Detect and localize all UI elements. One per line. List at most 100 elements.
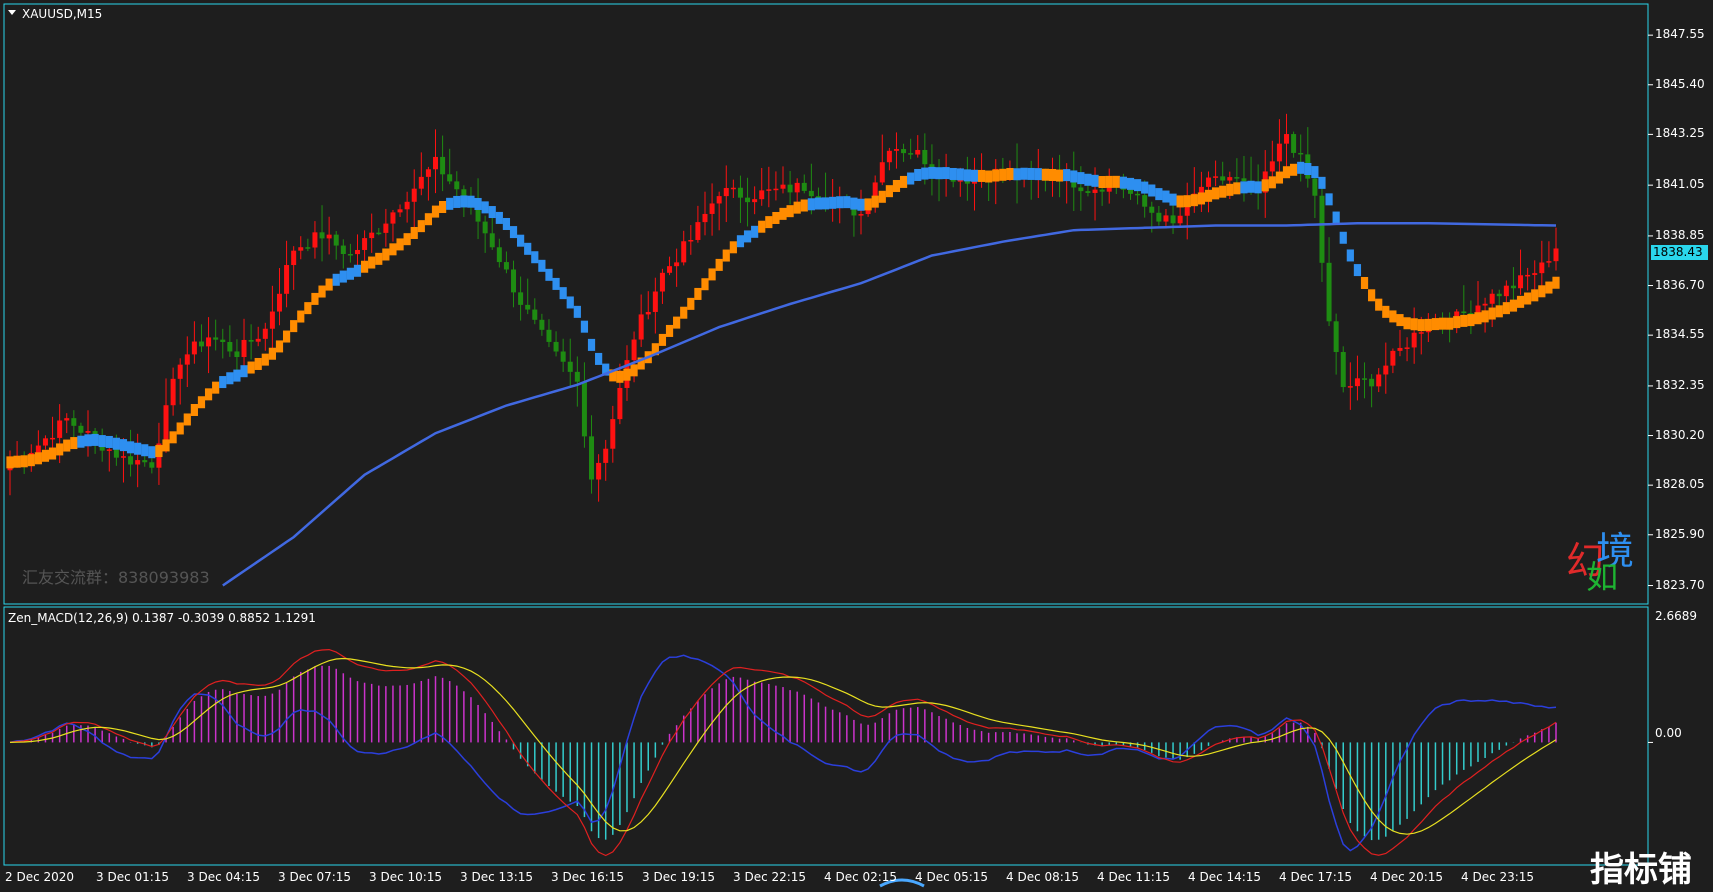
trend-band-step: [970, 169, 979, 182]
time-tick-label: 4 Dec 23:15: [1461, 870, 1535, 884]
candle-body: [291, 250, 297, 266]
candle-body: [354, 249, 360, 255]
candle-body: [340, 245, 346, 255]
trend-band-step: [424, 213, 433, 226]
candle-body: [773, 188, 779, 191]
candle-body: [128, 456, 134, 465]
candle-body: [1539, 262, 1545, 274]
trend-band-step: [502, 217, 511, 230]
trend-band-step: [282, 330, 291, 343]
candle-body: [716, 196, 722, 204]
candle-body: [674, 262, 680, 267]
trend-band-step: [722, 249, 730, 262]
trend-band-step: [977, 169, 986, 182]
chart-canvas[interactable]: [0, 0, 1713, 888]
time-tick-label: 3 Dec 07:15: [278, 870, 352, 884]
trend-band-step: [765, 216, 773, 229]
trend-band-step: [1141, 181, 1149, 194]
candle-body: [1489, 293, 1495, 304]
trend-band-step: [20, 455, 28, 468]
candle-body: [752, 199, 758, 203]
trend-band-step: [1353, 264, 1362, 277]
trend-band-step: [1190, 194, 1198, 207]
trend-band-step: [1204, 189, 1213, 202]
trend-band-step: [240, 365, 248, 378]
candle-body: [1127, 189, 1133, 194]
trend-band-step: [963, 169, 971, 182]
trend-band-step: [247, 361, 255, 374]
candle-body: [1510, 285, 1516, 289]
candle-body: [759, 190, 765, 200]
trend-band-step: [786, 205, 794, 218]
trend-band-step: [1368, 289, 1376, 302]
candle-body: [213, 337, 219, 340]
candle-body: [1213, 176, 1219, 178]
candle-body: [369, 232, 375, 239]
trend-band-step: [1176, 195, 1184, 208]
time-tick-label: 3 Dec 16:15: [551, 870, 625, 884]
trend-band-step: [41, 449, 50, 462]
watermark-text: 汇友交流群：838093983: [22, 568, 210, 587]
moving-average-layer: [222, 221, 1557, 587]
trend-band-step: [1417, 319, 1425, 332]
candle-body: [766, 189, 772, 191]
price-tick-label: 1825.90: [1655, 526, 1705, 541]
trend-band-step: [325, 278, 333, 291]
candle-body: [1206, 177, 1212, 187]
candle-body: [1085, 191, 1091, 193]
candle-body: [631, 339, 637, 361]
trend-band-step: [1332, 211, 1340, 224]
price-tick-label: 1841.05: [1655, 177, 1705, 192]
trend-band-step: [1034, 168, 1042, 181]
trend-band-step: [467, 195, 475, 208]
time-tick-label: 4 Dec 08:15: [1006, 870, 1080, 884]
candle-body: [57, 420, 63, 438]
candle-body: [42, 438, 48, 446]
candle-body: [1099, 189, 1105, 192]
price-tick-label: 1843.25: [1655, 126, 1705, 141]
time-tick-label: 3 Dec 01:15: [96, 870, 170, 884]
trend-band-step: [1048, 168, 1057, 181]
candle-body: [85, 431, 91, 433]
candle-body: [617, 387, 623, 420]
candle-body: [801, 182, 807, 191]
candle-body: [553, 341, 559, 352]
candle-body: [1156, 212, 1162, 222]
trend-band-step: [1481, 310, 1489, 323]
trend-band-step: [892, 179, 901, 192]
candle-body: [305, 247, 311, 249]
candle-body: [220, 339, 226, 343]
candle-body: [1291, 134, 1297, 153]
time-tick-label: 3 Dec 04:15: [187, 870, 261, 884]
trend-band-step: [70, 437, 78, 450]
trend-band-step: [453, 195, 461, 208]
trend-band-step: [673, 316, 681, 329]
trend-band-step: [1261, 179, 1269, 192]
candle-body: [1177, 215, 1183, 224]
candle-body: [440, 156, 446, 175]
candle-body: [276, 293, 282, 312]
trend-band-step: [1389, 310, 1397, 323]
macd-line: [9, 648, 1557, 857]
macd-axis-top: 2.6689: [1655, 609, 1697, 623]
trend-band-step: [1275, 171, 1284, 184]
time-tick-label: 2 Dec 2020: [5, 870, 75, 884]
site-logo-text: 指标铺: [1590, 850, 1692, 890]
trend-band-step: [403, 233, 411, 246]
trend-band-step: [261, 353, 269, 366]
candle-body: [603, 448, 609, 463]
trend-band-step: [843, 196, 851, 209]
candle-body: [113, 449, 119, 458]
trend-band-step: [992, 169, 1000, 182]
trend-band-step: [1375, 298, 1383, 311]
candle-body: [532, 309, 538, 320]
trend-band-step: [793, 201, 801, 214]
candle-body: [284, 265, 290, 294]
candle-body: [1241, 178, 1247, 182]
candle-body: [1354, 378, 1360, 387]
candle-body: [922, 149, 928, 165]
candle-body: [262, 328, 268, 339]
trend-band-step: [580, 320, 589, 333]
pane-collapse-icon[interactable]: [8, 10, 16, 15]
price-tick-label: 1830.20: [1655, 427, 1705, 442]
